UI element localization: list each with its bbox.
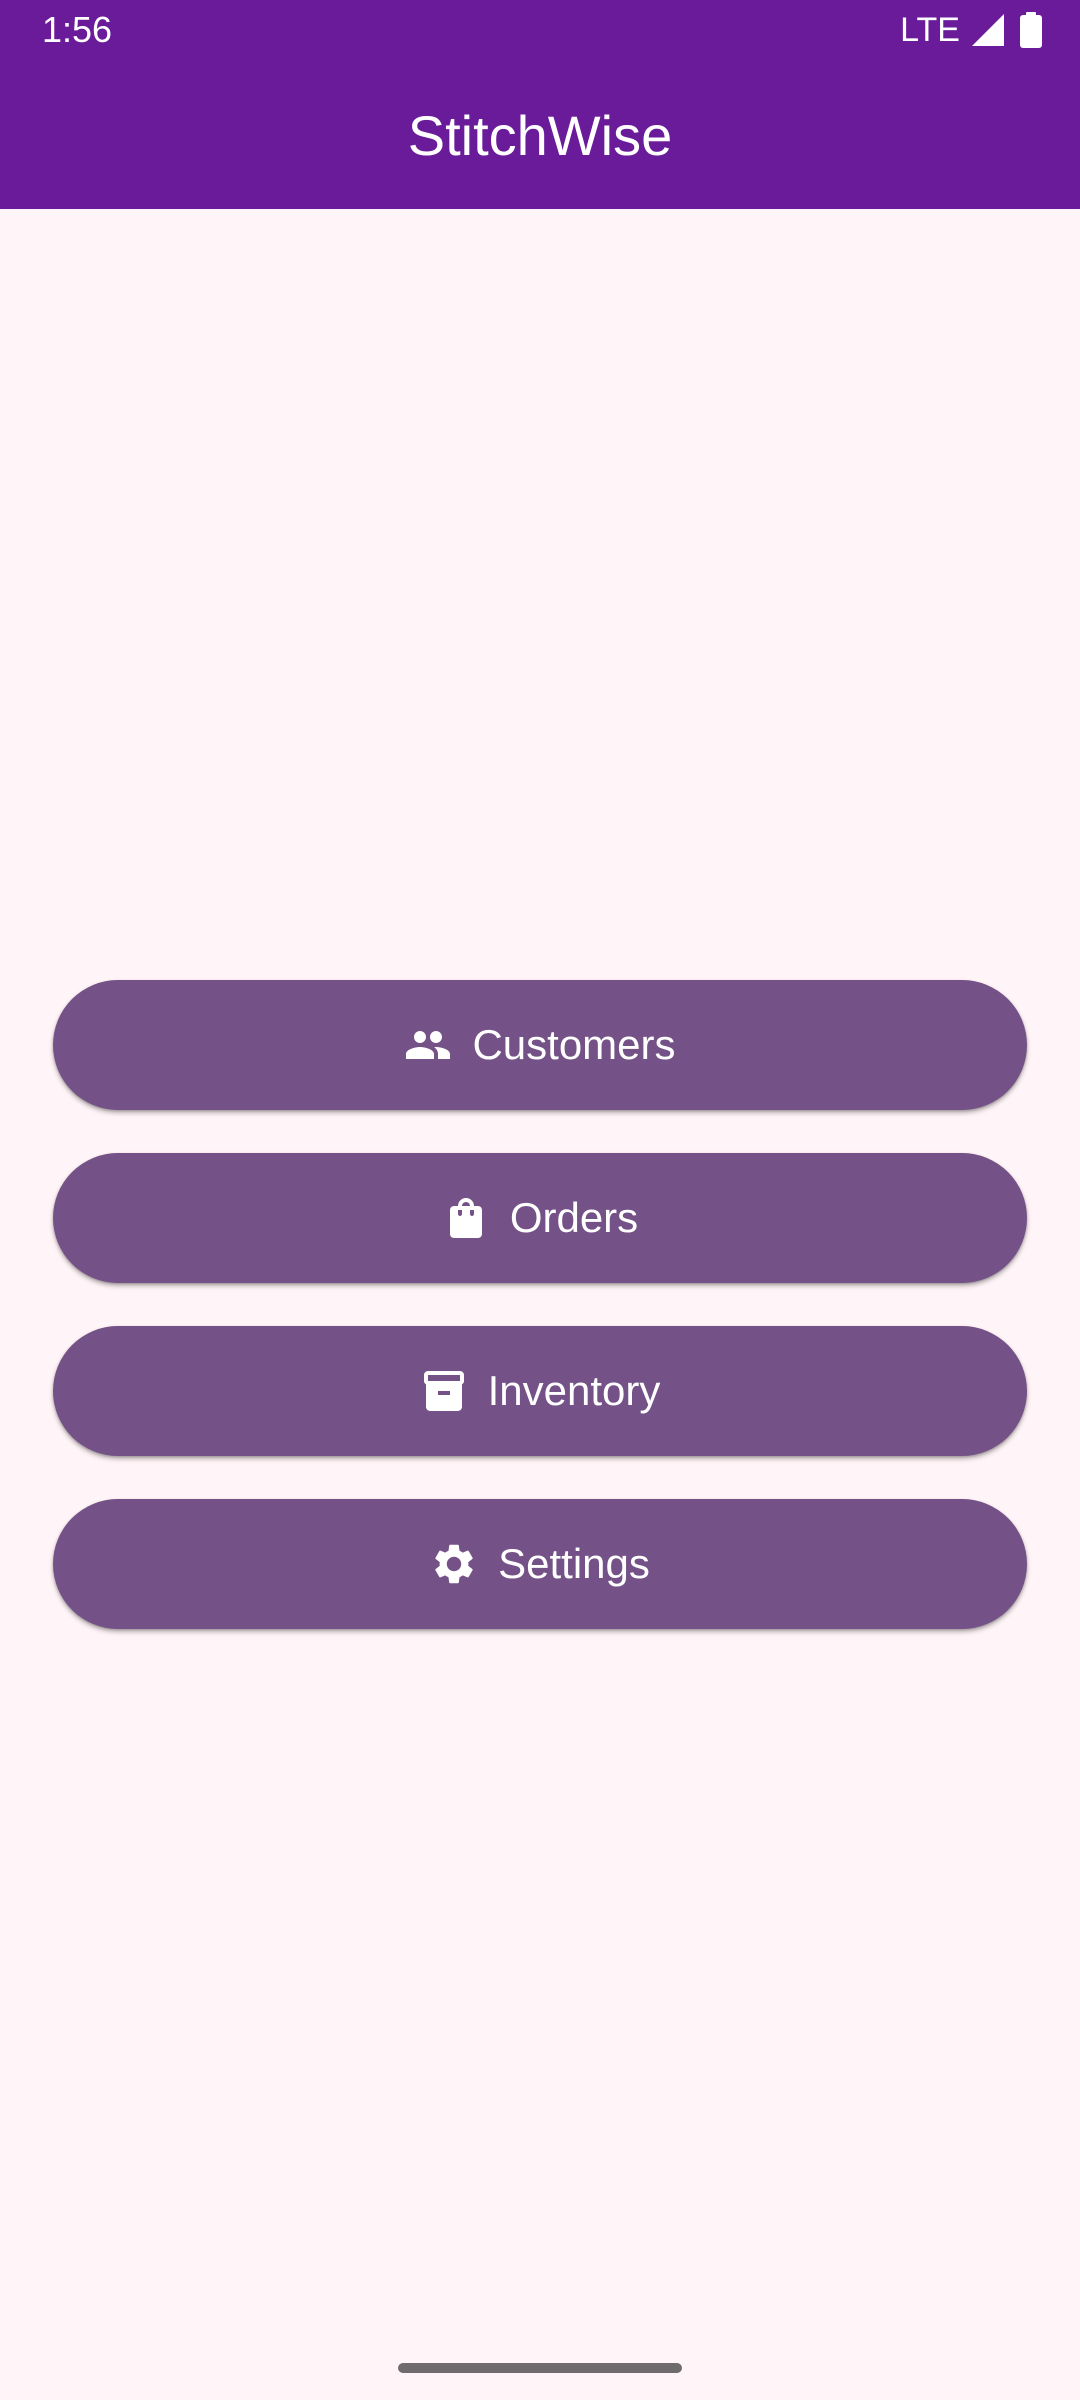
gear-icon (430, 1540, 478, 1588)
status-time: 1:56 (42, 9, 113, 50)
settings-label: Settings (498, 1540, 650, 1587)
orders-label: Orders (509, 1194, 639, 1241)
settings-button[interactable]: Settings (53, 1499, 1027, 1629)
orders-button[interactable]: Orders (53, 1153, 1027, 1283)
app-bar: 1:56 LTE StitchWise (0, 0, 1080, 209)
customers-button[interactable]: Customers (53, 980, 1027, 1110)
screen: 1:56 LTE StitchWise Customers Orders Inv… (0, 0, 1080, 2400)
signal-icon (970, 12, 1006, 48)
shopping-bag-icon (442, 1194, 490, 1242)
main-menu: Customers Orders Inventory Settings (53, 980, 1027, 1672)
battery-icon (1020, 12, 1042, 48)
customers-label: Customers (472, 1021, 676, 1068)
inventory-label: Inventory (487, 1367, 661, 1414)
home-indicator[interactable] (398, 2363, 682, 2373)
network-type: LTE (900, 11, 960, 49)
status-icons: LTE (900, 10, 1042, 50)
inventory-button[interactable]: Inventory (53, 1326, 1027, 1456)
app-title: StitchWise (407, 104, 673, 167)
people-icon (404, 1021, 452, 1069)
archive-box-icon (420, 1367, 468, 1415)
